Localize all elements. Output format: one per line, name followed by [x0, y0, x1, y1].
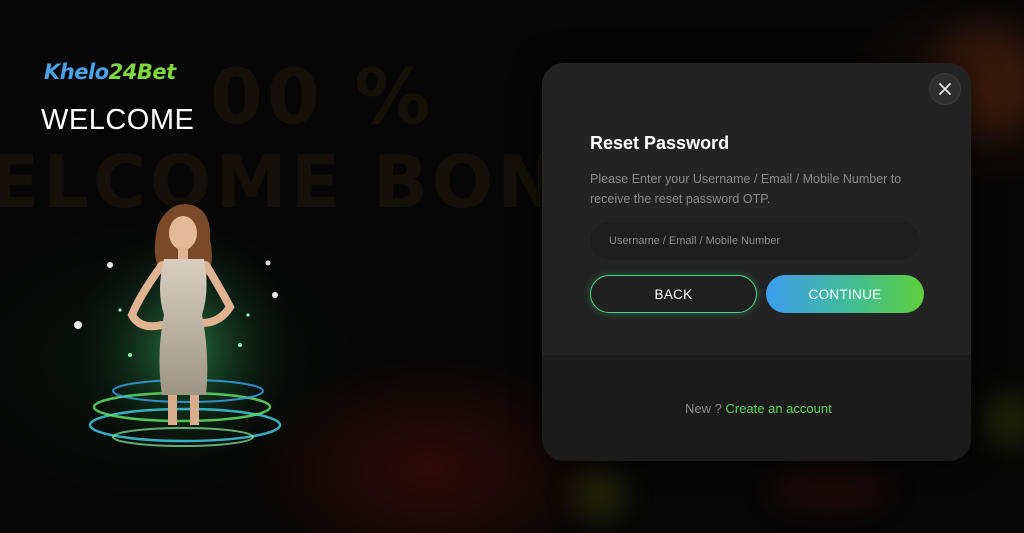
bg-glow — [575, 470, 625, 520]
username-email-mobile-field-wrapper — [590, 222, 920, 260]
brand-logo: Khelo24Bet — [44, 60, 176, 84]
bg-glow — [985, 395, 1024, 445]
logo-text-khelo: Khelo — [44, 60, 109, 84]
modal-description: Please Enter your Username / Email / Mob… — [590, 172, 902, 206]
back-button[interactable]: BACK — [590, 275, 757, 313]
logo-text-bet: Bet — [136, 60, 176, 84]
bg-glow — [770, 470, 890, 510]
username-email-mobile-input[interactable] — [590, 222, 920, 260]
welcome-heading: WELCOME — [41, 104, 195, 136]
hero-ambassador-image — [70, 195, 300, 460]
signup-prompt-text: New ? — [685, 401, 722, 416]
create-account-link[interactable]: Create an account — [725, 401, 831, 416]
promo-percent-text: 00 % — [210, 52, 435, 141]
close-icon — [939, 83, 951, 95]
modal-title: Reset Password — [590, 133, 730, 153]
close-button[interactable] — [929, 73, 961, 105]
logo-text-24: 24 — [108, 60, 138, 84]
continue-button[interactable]: CONTINUE — [766, 275, 924, 313]
signup-prompt: New ? Create an account — [685, 401, 832, 416]
